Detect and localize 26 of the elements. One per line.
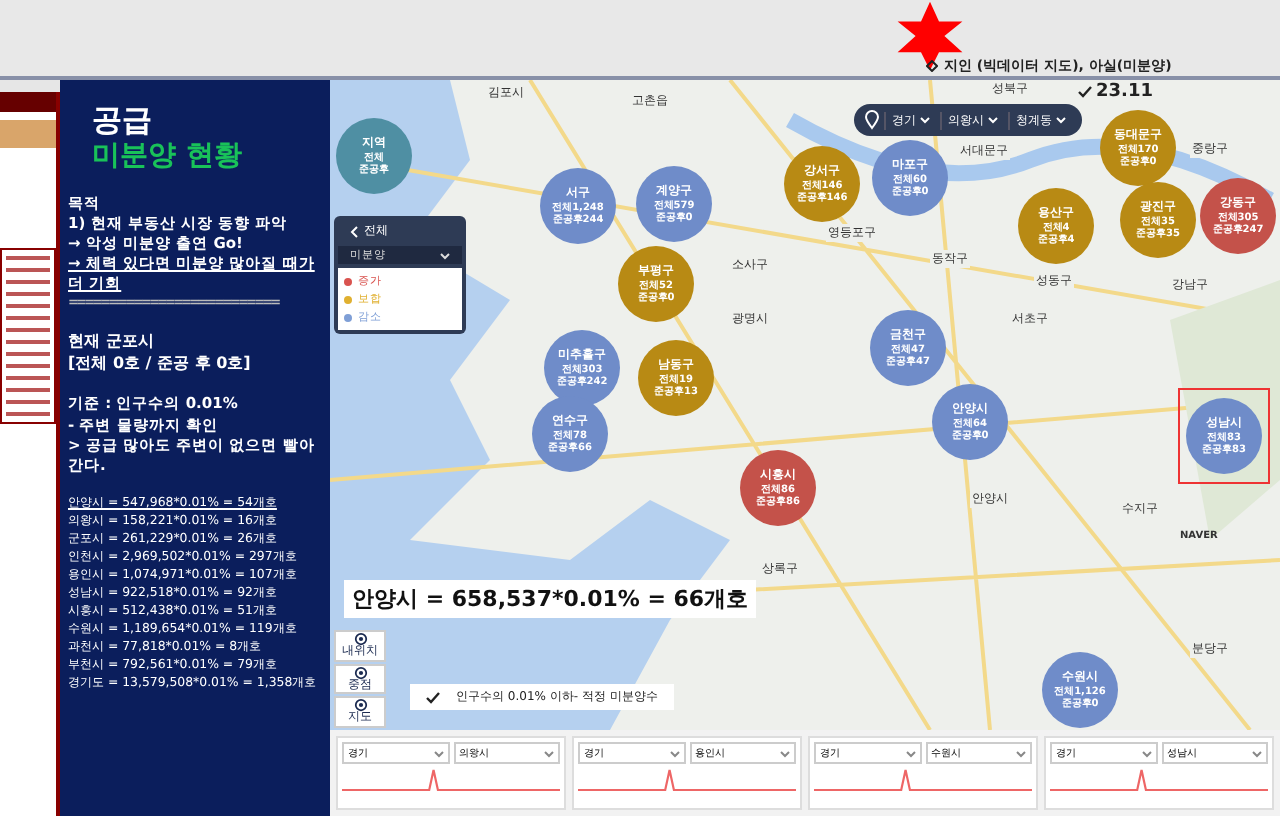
date-label: 23.11	[1096, 82, 1153, 102]
panel-subtitle: 미분양 현황	[90, 137, 244, 173]
caret-icon	[905, 749, 915, 757]
diamond-icon	[926, 60, 938, 72]
current-status: 현재 군포시	[68, 331, 156, 354]
caret-icon	[1056, 116, 1066, 124]
caret-icon	[433, 749, 443, 757]
check-icon	[426, 691, 440, 703]
caret-icon	[1141, 749, 1151, 757]
panel-title: 공급	[90, 104, 154, 137]
caret-icon	[544, 749, 554, 757]
check-icon	[1078, 86, 1092, 98]
target-icon	[353, 665, 367, 680]
caret-icon	[988, 116, 998, 124]
caret-icon	[920, 116, 930, 124]
callout-label: 안양시 = 658,537*0.01% = 66개호	[344, 580, 757, 618]
target-icon	[353, 698, 367, 713]
chevron-icon	[350, 225, 358, 237]
location-pin-icon	[864, 110, 880, 130]
caret-icon	[780, 749, 790, 757]
target-icon	[353, 632, 367, 646]
current-status: [전체 0호 / 준공 후 0호]	[68, 353, 253, 375]
caret-icon	[1252, 749, 1262, 757]
caret-icon	[440, 251, 450, 259]
caret-icon	[669, 749, 679, 757]
caret-icon	[1016, 749, 1026, 757]
